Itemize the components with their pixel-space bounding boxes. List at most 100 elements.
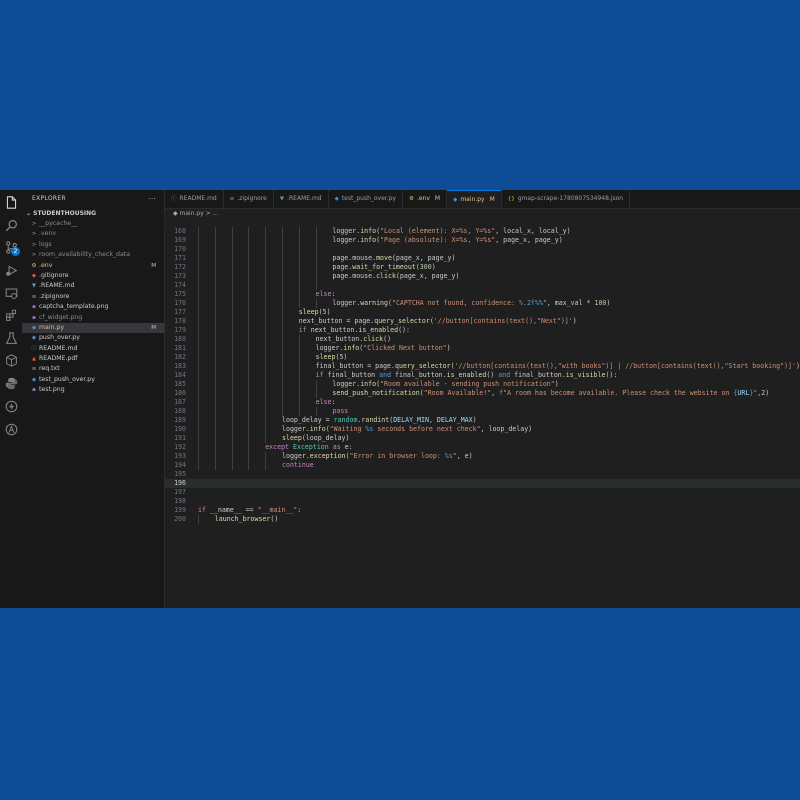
code-line[interactable]: 191 sleep(loop_delay) xyxy=(165,434,800,443)
code-line[interactable]: 176 logger.warning("CAPTCHA not found, co… xyxy=(165,299,800,308)
tab-gmap-scrape-1780807534948-json[interactable]: {} gmap-scrape-1780807534948.json xyxy=(502,190,631,208)
extensions-icon[interactable] xyxy=(4,308,18,322)
assistant-icon[interactable] xyxy=(4,422,18,436)
code-line[interactable]: 190 logger.info("Waiting %s seconds befor… xyxy=(165,425,800,434)
files-icon[interactable] xyxy=(4,195,18,209)
file-name: main.py xyxy=(39,323,65,331)
containers-icon[interactable] xyxy=(4,353,18,367)
code-line[interactable]: 198 xyxy=(165,497,800,506)
file-name: .REAME.md xyxy=(39,282,75,290)
indent-guide xyxy=(231,380,233,389)
code-line[interactable]: 189 loop_delay = random.randint(DELAY_MIN… xyxy=(165,416,800,425)
file-tree-item[interactable]: ◆ .gitignore xyxy=(22,271,164,281)
file-tree-item[interactable]: ≡ req.txt xyxy=(22,364,164,374)
breadcrumb[interactable]: ◆ main.py > ... xyxy=(165,209,800,218)
run-debug-icon[interactable] xyxy=(4,263,18,277)
indent-guide xyxy=(198,308,199,317)
indent-guide xyxy=(298,371,300,380)
file-name: README.md xyxy=(39,344,78,352)
file-tree-item[interactable]: ▪ captcha_template.png xyxy=(22,302,164,312)
file-tree-item[interactable]: ▼ .REAME.md xyxy=(22,281,164,291)
indent-guide xyxy=(248,281,250,290)
code-line[interactable]: 196 xyxy=(165,479,800,488)
code-line[interactable]: 174 xyxy=(165,281,800,290)
code-line[interactable]: 180 next_button.click() xyxy=(165,335,800,344)
search-icon[interactable] xyxy=(4,218,18,232)
tab--reame-md[interactable]: ▼ .REAME.md xyxy=(274,190,329,208)
code-line[interactable]: 181 logger.info("Clicked Next button") xyxy=(165,344,800,353)
code-line[interactable]: 171 page.mouse.move(page_x, page_y) xyxy=(165,254,800,263)
code-line[interactable]: 194 continue xyxy=(165,461,800,470)
file-tree-item[interactable]: ◆ push_over.py xyxy=(22,333,164,343)
code-line[interactable]: 199 if __name__ == "__main__": xyxy=(165,506,800,515)
tab-test-push-over-py[interactable]: ◆ test_push_over.py xyxy=(329,190,403,208)
tab--zipignore[interactable]: ≡ .zipignore xyxy=(224,190,274,208)
code-line[interactable]: 186 send_push_notification("Room Availabl… xyxy=(165,389,800,398)
indent-guide xyxy=(231,344,233,353)
line-number: 189 xyxy=(174,416,186,424)
indent-guide xyxy=(214,434,216,443)
indent-guide xyxy=(198,353,199,362)
file-tree-item[interactable]: ◆ test_push_over.py xyxy=(22,375,164,385)
indent-guide xyxy=(282,290,283,299)
tab-readme-md[interactable]: ⓘ README.md xyxy=(165,190,224,208)
sticky-scroll-header[interactable]: 92 def launch_browser(): xyxy=(165,218,800,244)
file-tree-item[interactable]: ▲ README.pdf xyxy=(22,354,164,364)
code-line[interactable]: 183 final_button = page.query_selector('/… xyxy=(165,362,800,371)
code-line[interactable]: 172 page.wait_for_timeout(300) xyxy=(165,263,800,272)
indent-guide xyxy=(298,281,300,290)
more-actions-icon[interactable]: ··· xyxy=(148,190,156,208)
code-line[interactable]: 179 if next_button.is_enabled(): xyxy=(165,326,800,335)
code-line[interactable]: 178 next_button = page.query_selector('//… xyxy=(165,317,800,326)
line-number: 177 xyxy=(174,308,186,316)
file-tree-item[interactable]: > __pycache__ xyxy=(22,219,164,229)
code-line[interactable]: 193 logger.exception("Error in browser lo… xyxy=(165,452,800,461)
project-folder[interactable]: ⌄ STUDENTHOUSING xyxy=(22,209,164,219)
file-tree-item[interactable]: ≡ .zipignore xyxy=(22,292,164,302)
indent-guide xyxy=(265,353,267,362)
file-tree-item[interactable]: > room_availability_check_data xyxy=(22,250,164,260)
file-tree-item[interactable]: ⚙ .env M xyxy=(22,261,164,271)
code-line[interactable]: 182 sleep(5) xyxy=(165,353,800,362)
line-number: 187 xyxy=(174,398,186,406)
file-tree-item[interactable]: ▪ test.png xyxy=(22,385,164,395)
code-line[interactable]: 184 if final_button and final_button.is_e… xyxy=(165,371,800,380)
lightning-icon[interactable] xyxy=(4,399,18,413)
code-line[interactable]: 192 except Exception as e: xyxy=(165,443,800,452)
file-tree-item[interactable]: > logs xyxy=(22,240,164,250)
file-tree-item[interactable]: > .venv xyxy=(22,229,164,239)
testing-icon[interactable] xyxy=(4,331,18,345)
file-icon: ▪ xyxy=(32,304,36,311)
indent-guide xyxy=(282,281,283,290)
code-line[interactable]: 200 launch_browser() xyxy=(165,515,800,524)
tab--env[interactable]: ⚙ .env M xyxy=(403,190,448,208)
line-number: 180 xyxy=(174,335,186,343)
file-tree-item[interactable]: ◆ main.py M xyxy=(22,322,164,334)
code-line[interactable]: 197 xyxy=(165,488,800,497)
tab-main-py[interactable]: ◆ main.py M xyxy=(447,190,502,208)
indent-guide xyxy=(282,227,283,236)
indent-guide xyxy=(198,317,199,326)
line-number: 169 xyxy=(174,236,186,244)
code-line[interactable]: 185 logger.info("Room available - sending… xyxy=(165,380,800,389)
remote-explorer-icon[interactable] xyxy=(4,286,18,300)
code-text: send_push_notification("Room Available!"… xyxy=(332,389,770,397)
indent-guide xyxy=(248,272,250,281)
code-text: logger.warning("CAPTCHA not found, confi… xyxy=(332,299,611,307)
code-line[interactable]: 168 logger.info("Local (element): X=%s, Y… xyxy=(165,227,800,236)
file-tree-item[interactable]: ▪ cf_widget.png xyxy=(22,313,164,323)
code-line[interactable]: 195 xyxy=(165,470,800,479)
code-line[interactable]: 170 xyxy=(165,245,800,254)
code-line[interactable]: 169 logger.info("Page (absolute): X=%s, Y… xyxy=(165,236,800,245)
code-line[interactable]: 175 else: xyxy=(165,290,800,299)
code-line[interactable]: 188 pass xyxy=(165,407,800,416)
file-tree-item[interactable]: ⓘ README.md xyxy=(22,344,164,354)
code-editor[interactable]: 168 logger.info("Local (element): X=%s, Y… xyxy=(165,227,800,608)
code-line[interactable]: 173 page.mouse.click(page_x, page_y) xyxy=(165,272,800,281)
code-line[interactable]: 187 else: xyxy=(165,398,800,407)
indent-guide xyxy=(265,299,267,308)
code-line[interactable]: 177 sleep(5) xyxy=(165,308,800,317)
indent-guide xyxy=(248,362,250,371)
indent-guide xyxy=(282,308,283,317)
python-icon[interactable] xyxy=(4,376,18,390)
